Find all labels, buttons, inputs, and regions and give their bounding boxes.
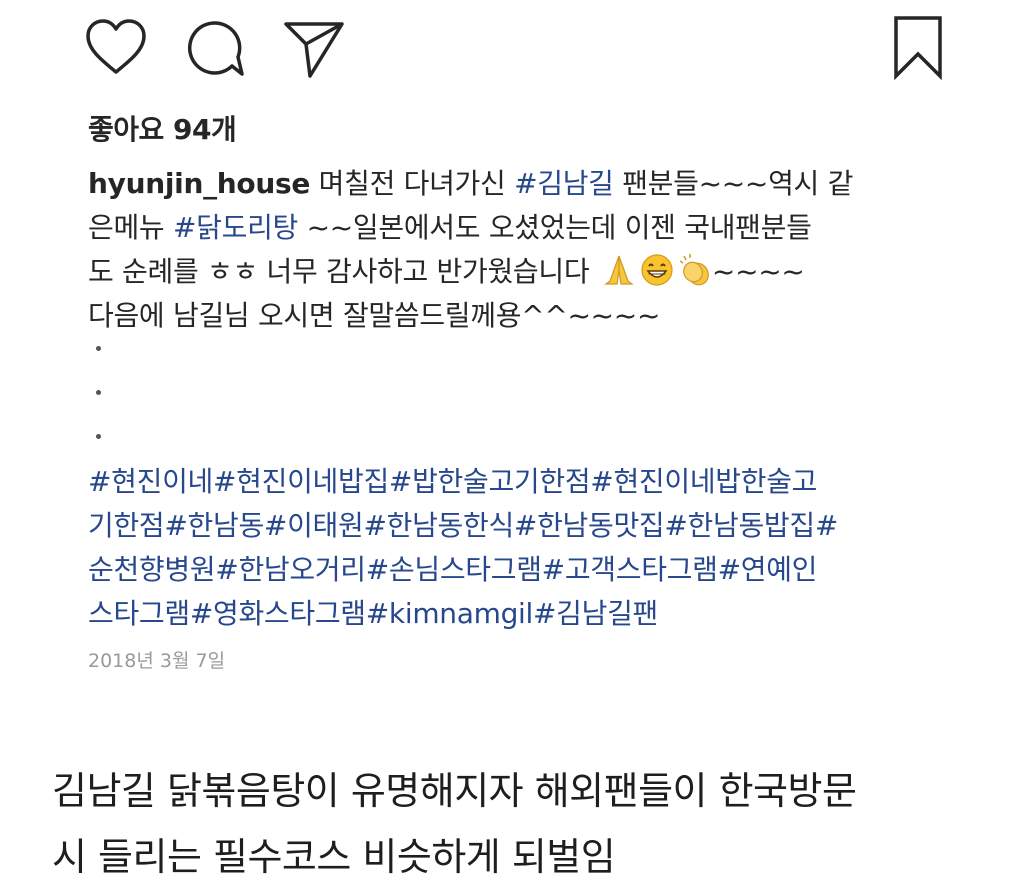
- caption-text: ~~일본에서도 오셨었는데 이젠 국내팬분들: [298, 211, 812, 244]
- caption-line-1: hyunjin_house 며칠전 다녀가신 #김남길 팬분들~~~역시 같: [88, 162, 948, 206]
- post-caption: hyunjin_house 며칠전 다녀가신 #김남길 팬분들~~~역시 같 은…: [88, 162, 948, 338]
- hashtag-line[interactable]: 스타그램#영화스타그램#kimnamgil#김남길팬: [88, 592, 958, 636]
- hashtag-line[interactable]: 기한점#한남동#이태원#한남동한식#한남동맛집#한남동밥집#: [88, 504, 958, 548]
- caption-line-3: 도 순례를 ㅎㅎ 너무 감사하고 반가웠습니다 ~~~~: [88, 250, 948, 294]
- clapping-hands-emoji: [678, 253, 712, 300]
- likes-count[interactable]: 좋아요 94개: [88, 108, 237, 148]
- dot: [96, 346, 101, 351]
- paper-plane-icon[interactable]: [280, 14, 348, 82]
- comment-line-1: 김남길 닭볶음탕이 유명해지자 해외팬들이 한국방문: [52, 769, 857, 813]
- grinning-face-emoji: [640, 253, 674, 300]
- post-date: 2018년 3월 7일: [88, 650, 226, 672]
- caption-text: ~~~~: [711, 255, 805, 288]
- folded-hands-emoji: [602, 253, 636, 300]
- dot: [96, 390, 101, 395]
- hashtag-link[interactable]: #김남길: [514, 167, 614, 200]
- caption-line-4: 다음에 남길님 오시면 잘말씀드릴께용^^~~~~: [88, 299, 661, 332]
- caption-text: 은메뉴: [88, 211, 173, 244]
- comment-icon[interactable]: [180, 14, 248, 82]
- post-action-bar: [82, 14, 952, 82]
- hashtag-line[interactable]: #현진이네#현진이네밥집#밥한술고기한점#현진이네밥한술고: [88, 460, 958, 504]
- hashtag-line[interactable]: 순천향병원#한남오거리#손님스타그램#고객스타그램#연예인: [88, 548, 958, 592]
- dot: [96, 434, 101, 439]
- username-link[interactable]: hyunjin_house: [88, 167, 310, 200]
- caption-text: 팬분들~~~역시 같: [613, 167, 854, 200]
- caption-dots: [96, 340, 116, 450]
- caption-text: 도 순례를 ㅎㅎ 너무 감사하고 반가웠습니다: [88, 255, 590, 288]
- heart-icon[interactable]: [82, 14, 150, 82]
- overlay-comment: 김남길 닭볶음탕이 유명해지자 해외팬들이 한국방문 시 들리는 필수코스 비슷…: [52, 758, 1002, 890]
- comment-line-2: 시 들리는 필수코스 비슷하게 되벌임: [52, 835, 616, 879]
- bookmark-icon[interactable]: [884, 14, 952, 82]
- caption-text: 며칠전 다녀가신: [310, 167, 515, 200]
- hashtag-link[interactable]: #닭도리탕: [173, 211, 298, 244]
- caption-line-2: 은메뉴 #닭도리탕 ~~일본에서도 오셨었는데 이젠 국내팬분들: [88, 206, 948, 250]
- hashtag-block: #현진이네#현진이네밥집#밥한술고기한점#현진이네밥한술고 기한점#한남동#이태…: [88, 460, 958, 636]
